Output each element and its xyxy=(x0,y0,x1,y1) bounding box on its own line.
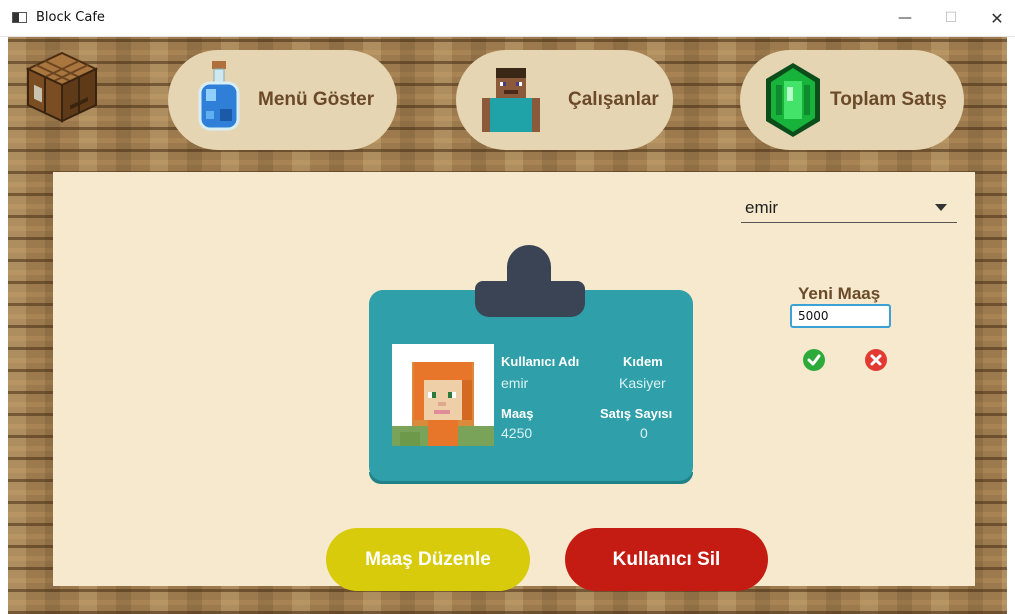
minimize-button[interactable]: — xyxy=(882,0,928,36)
total-sales-label: Toplam Satış xyxy=(830,89,947,110)
new-salary-input[interactable] xyxy=(790,304,891,328)
check-icon xyxy=(807,354,821,366)
seniority-value: Kasiyer xyxy=(619,375,666,391)
seniority-label: Kıdem xyxy=(623,354,663,369)
sales-count-label: Satış Sayısı xyxy=(600,406,673,421)
username-label: Kullanıcı Adı xyxy=(501,354,580,369)
maximize-button[interactable]: ☐ xyxy=(928,0,974,36)
delete-user-button[interactable]: Kullanıcı Sil xyxy=(565,528,768,591)
salary-label: Maaş xyxy=(501,406,534,421)
employee-panel: emir Yeni Maaş 5000 Kullanıcı Adı emir K… xyxy=(53,172,975,591)
show-menu-label: Menü Göster xyxy=(258,89,375,110)
sales-count-value: 0 xyxy=(640,425,648,441)
crafting-table-icon xyxy=(26,51,98,123)
title-bar: Block Cafe — ☐ ✕ xyxy=(0,0,1015,37)
steve-icon xyxy=(482,68,540,132)
username-value: emir xyxy=(501,375,529,391)
cancel-button[interactable] xyxy=(865,349,887,371)
app-icon xyxy=(12,12,27,23)
employees-button[interactable]: Çalışanlar xyxy=(456,50,673,150)
salary-value: 4250 xyxy=(501,425,533,441)
show-menu-button[interactable]: Menü Göster xyxy=(168,50,397,150)
user-select-value: emir xyxy=(745,198,779,217)
employees-label: Çalışanlar xyxy=(568,89,659,110)
badge-clip-bar xyxy=(475,281,585,317)
edit-salary-button[interactable]: Maaş Düzenle xyxy=(326,528,530,591)
wood-background: Menü Göster Çalışanlar Toplam Satış emir xyxy=(8,37,1007,614)
user-select-dropdown[interactable]: emir xyxy=(741,190,957,223)
close-button[interactable]: ✕ xyxy=(974,0,1015,36)
confirm-button[interactable] xyxy=(803,349,825,371)
emerald-icon xyxy=(766,63,820,137)
close-circle-icon xyxy=(870,354,882,366)
chevron-down-icon xyxy=(935,204,947,211)
new-salary-label: Yeni Maaş xyxy=(798,284,881,303)
employee-avatar xyxy=(392,344,494,446)
total-sales-button[interactable]: Toplam Satış xyxy=(740,50,964,150)
window-title: Block Cafe xyxy=(36,10,105,25)
potion-icon xyxy=(198,61,240,131)
